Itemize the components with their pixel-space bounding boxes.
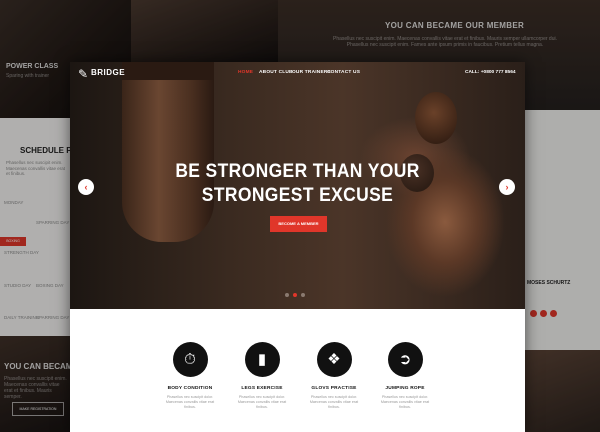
schedule-row-label: SPARRING DAY: [36, 220, 70, 225]
jump-rope-icon: ➲: [387, 342, 423, 377]
slider-next-icon[interactable]: ›: [499, 179, 515, 195]
schedule-sub: Phasellus nec suscipit enim. Maecenas co…: [6, 160, 66, 176]
website-window: ✎ BRIDGE HOME ABOUT CLUB OUR TRAINERS CO…: [70, 62, 525, 432]
schedule-row-day: STUDIO DAY: [4, 283, 32, 288]
make-registration-button[interactable]: MAKE REGISTRATION: [12, 402, 64, 416]
feature-legs-exercise: ▮ LEGS EXERCISE Phasellus nec suscipit d…: [222, 309, 302, 410]
social-icon[interactable]: [550, 310, 557, 317]
feature-description: Phasellus nec suscipit dolor. Maecenas c…: [309, 395, 359, 409]
trainer-name: MOSES SCHURTZ: [527, 280, 571, 286]
member-title: YOU CAN BECAME OUR MEMBER: [385, 21, 525, 30]
feature-description: Phasellus nec suscipit dolor. Maecenas c…: [380, 395, 430, 409]
slider-dot-active[interactable]: [293, 293, 297, 297]
feature-title: BODY CONDITION: [167, 386, 213, 391]
bg-panel-boxer-women: [525, 350, 600, 432]
feature-title: JUMPING ROPE: [385, 386, 425, 391]
member-sub: Phasellus nec suscipit enim. Maecenas co…: [333, 36, 557, 48]
hero-headline: BE STRONGER THAN YOUR STRONGEST EXCUSE: [88, 160, 507, 208]
feature-body-condition: ⏱ BODY CONDITION Phasellus nec suscipit …: [150, 309, 230, 410]
social-icon[interactable]: [540, 310, 547, 317]
hero-section: ✎ BRIDGE HOME ABOUT CLUB OUR TRAINERS CO…: [70, 62, 525, 309]
features-section: ⏱ BODY CONDITION Phasellus nec suscipit …: [70, 309, 525, 432]
hero-line-2: STRONGEST EXCUSE: [201, 185, 394, 206]
feature-jumping-rope: ➲ JUMPING ROPE Phasellus nec suscipit do…: [365, 309, 445, 410]
schedule-boxing-button[interactable]: BOXING: [0, 237, 26, 246]
schedule-row-label: BOXING DAY: [36, 283, 64, 288]
nav-call-number[interactable]: CALL: +0800 777 8564: [465, 70, 516, 75]
schedule-row-day: DAILY TRAINING: [4, 315, 40, 320]
feature-title: GLOVS PRACTISE: [311, 386, 357, 391]
top-navigation: ✎ BRIDGE HOME ABOUT CLUB OUR TRAINERS CO…: [70, 62, 525, 87]
bottom-member-sub: Phasellus nec suscipit enim. Maecenas co…: [4, 376, 67, 400]
bg-panel-boxer-photo: [131, 0, 278, 62]
power-class-sub: Sparing with trainer: [6, 73, 50, 79]
slider-dot[interactable]: [301, 293, 305, 297]
become-member-button[interactable]: BECOME A MEMBER: [270, 216, 327, 232]
slider-dot[interactable]: [285, 293, 289, 297]
feature-glovs-practise: ❖ GLOVS PRACTISE Phasellus nec suscipit …: [294, 309, 374, 410]
schedule-row-label: SPARRING DAY: [36, 315, 70, 320]
stopwatch-icon: ⏱: [172, 342, 208, 377]
social-icon[interactable]: [530, 310, 537, 317]
nav-home[interactable]: HOME: [238, 70, 253, 75]
slider-dots: [285, 293, 315, 297]
bottle-icon: ▮: [244, 342, 280, 377]
feature-title: LEGS EXERCISE: [241, 386, 283, 391]
hero-line-1: BE STRONGER THAN YOUR: [175, 161, 420, 182]
bottom-member-title: YOU CAN BECAME: [4, 362, 78, 371]
logo-text[interactable]: BRIDGE: [91, 68, 125, 77]
nav-about-club[interactable]: ABOUT CLUB: [259, 70, 293, 75]
nav-contact-us[interactable]: CONTACT US: [327, 70, 360, 75]
gloves-icon: ❖: [316, 342, 352, 377]
schedule-title: SCHEDULE PR: [20, 146, 78, 155]
nav-our-trainers[interactable]: OUR TRAINERS: [292, 70, 331, 75]
slider-prev-icon[interactable]: ‹: [78, 179, 94, 195]
punching-bag-image: [122, 62, 214, 242]
schedule-row-day: MONDAY: [4, 200, 24, 205]
schedule-row-label: STRENGTH DAY: [4, 250, 39, 255]
logo-runner-icon[interactable]: ✎: [78, 67, 88, 81]
power-class-caption: POWER CLASS: [6, 63, 59, 70]
feature-description: Phasellus nec suscipit dolor. Maecenas c…: [237, 395, 287, 409]
feature-description: Phasellus nec suscipit dolor. Maecenas c…: [165, 395, 215, 409]
boxer-image: [415, 92, 457, 144]
